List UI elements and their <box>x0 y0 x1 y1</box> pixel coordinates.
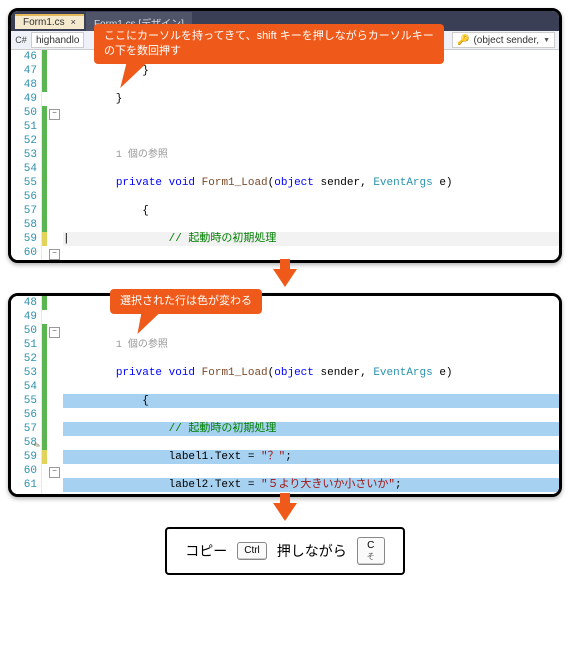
fold-toggle-icon[interactable]: − <box>49 327 60 338</box>
key-c: Cそ <box>357 537 385 565</box>
fold-gutter: − − ✎ <box>47 296 61 494</box>
shortcut-while: 押しながら <box>277 541 347 561</box>
fold-gutter: − − <box>47 50 61 260</box>
shortcut-label: コピー <box>185 541 227 561</box>
code-panel-after: 4849505152535455565758596061 − − ✎ 1 個の参… <box>8 293 562 497</box>
arrow-down-icon <box>273 503 297 521</box>
cs-icon: C# <box>15 34 27 46</box>
callout-shift-instruction: ここにカーソルを持ってきて、shift キーを押しながらカーソルキーの下を数回押… <box>94 24 444 64</box>
fold-toggle-icon[interactable]: − <box>49 109 60 120</box>
code-editor-before[interactable]: 464748495051525354555657585960 − − } } 1… <box>11 50 559 260</box>
code-content[interactable]: 1 個の参照 private void Form1_Load(object se… <box>61 296 559 494</box>
member-dropdown[interactable]: 🔑(object sender,▼ <box>452 32 555 48</box>
fold-toggle-icon[interactable]: − <box>49 467 60 478</box>
code-editor-after[interactable]: 4849505152535455565758596061 − − ✎ 1 個の参… <box>11 296 559 494</box>
tab-form1-cs[interactable]: Form1.cs× <box>15 14 84 29</box>
shortcut-copy: コピー Ctrl 押しながら Cそ <box>165 527 405 575</box>
close-icon[interactable]: × <box>71 17 76 27</box>
line-number-gutter: 464748495051525354555657585960 <box>11 50 42 260</box>
arrow-down-icon <box>273 269 297 287</box>
chevron-down-icon: ▼ <box>543 37 550 44</box>
fold-toggle-icon[interactable]: − <box>49 249 60 260</box>
callout-selection: 選択された行は色が変わる <box>110 289 262 314</box>
line-number-gutter: 4849505152535455565758596061 <box>11 296 42 494</box>
key-ctrl: Ctrl <box>237 542 267 560</box>
class-dropdown[interactable]: highandlo <box>31 32 84 48</box>
